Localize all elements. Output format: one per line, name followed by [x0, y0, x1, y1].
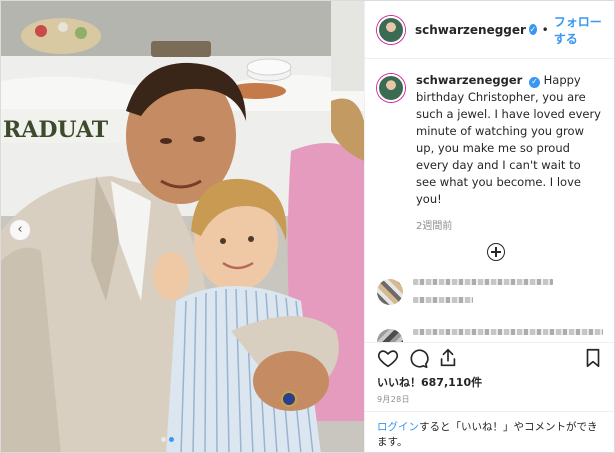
blurred-line: [413, 297, 473, 303]
bookmark-icon[interactable]: [582, 347, 604, 369]
blurred-comment-text: [413, 329, 604, 342]
heart-icon[interactable]: [377, 347, 399, 369]
svg-text:RADUAT: RADUAT: [3, 117, 109, 143]
caption-username[interactable]: schwarzenegger: [416, 73, 522, 87]
blurred-comment-text: [413, 279, 604, 311]
commenter-avatar[interactable]: [377, 279, 403, 305]
caption-text: Happy birthday Christopher, you are such…: [416, 73, 601, 206]
blurred-line: [413, 279, 553, 285]
carousel-dots: [161, 437, 174, 442]
post-actions: [365, 342, 614, 372]
login-prompt: ログインすると「いいね！」やコメントができます。: [365, 411, 614, 452]
carousel-dot-active: [169, 437, 174, 442]
post-caption: schwarzenegger ✓ Happy birthday Christop…: [377, 72, 604, 235]
post-photo[interactable]: RADUAT ‹: [1, 1, 364, 452]
caption-time: 2週間前: [416, 221, 453, 232]
profile-avatar[interactable]: [377, 15, 405, 44]
post-date: 9月28日: [377, 395, 410, 404]
caption-avatar[interactable]: [377, 74, 405, 102]
blurred-line: [413, 329, 603, 335]
header-separator: •: [541, 22, 549, 37]
follow-button[interactable]: フォローする: [554, 13, 604, 47]
comment-bubble-icon[interactable]: [407, 347, 429, 369]
login-link[interactable]: ログイン: [377, 421, 419, 433]
username-link[interactable]: schwarzenegger: [415, 23, 526, 37]
carousel-prev-button[interactable]: ‹: [9, 219, 31, 241]
comments-section: schwarzenegger ✓ Happy birthday Christop…: [365, 60, 614, 342]
chevron-left-icon: ‹: [17, 222, 23, 237]
share-icon[interactable]: [437, 347, 459, 369]
verified-badge-icon: ✓: [528, 76, 540, 88]
comment-item: [377, 329, 604, 342]
commenter-avatar[interactable]: [377, 329, 403, 342]
comment-item: [377, 279, 604, 311]
instagram-post: RADUAT ‹ schwarzenegger ✓ • フォローする schwa…: [0, 0, 615, 453]
post-side-panel: schwarzenegger ✓ • フォローする schwarzenegger…: [364, 1, 614, 452]
plus-circle-icon[interactable]: [487, 243, 505, 261]
verified-badge-icon: ✓: [528, 24, 537, 35]
post-header: schwarzenegger ✓ • フォローする: [365, 1, 614, 59]
photo-illustration: RADUAT: [1, 1, 364, 452]
caption-body: schwarzenegger ✓ Happy birthday Christop…: [416, 72, 604, 235]
carousel-dot: [161, 437, 166, 442]
likes-count[interactable]: いいね！687,110件: [377, 374, 482, 390]
